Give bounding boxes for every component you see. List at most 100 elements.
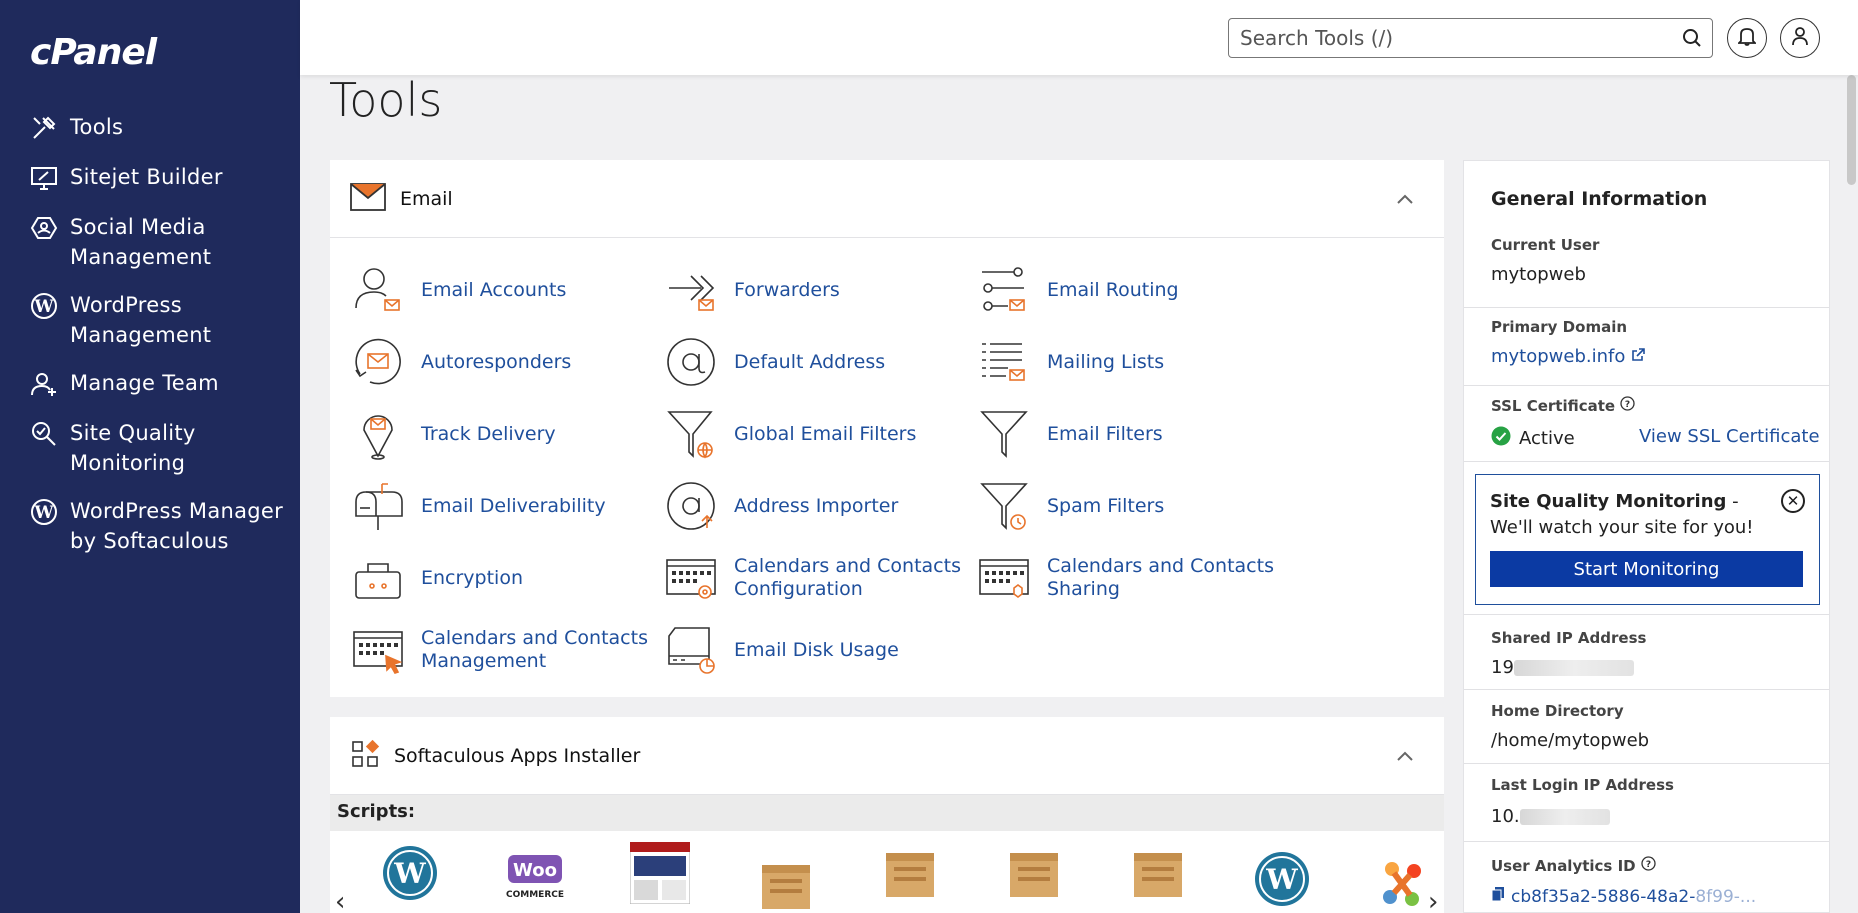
softaculous-section-header[interactable]: Softaculous Apps Installer	[330, 717, 1444, 795]
current-user-row: Current User mytopweb	[1464, 226, 1829, 308]
site-quality-popup-text: Site Quality Monitoring - We'll watch yo…	[1490, 489, 1780, 541]
at-sign-icon	[663, 334, 719, 390]
email-section-header[interactable]: Email	[330, 160, 1444, 238]
funnel-icon	[976, 406, 1032, 462]
app-box-2[interactable]	[882, 845, 946, 909]
sidebar-item-sitejet[interactable]: Sitejet Builder	[28, 162, 288, 194]
copy-icon[interactable]	[1491, 886, 1505, 907]
general-info-title: General Information	[1491, 188, 1708, 210]
analytics-id-value[interactable]: cb8f35a2-5886-48a2- 8f99-...	[1491, 886, 1756, 907]
calendars-contacts-sharing-link[interactable]: Calendars and Contacts Sharing	[976, 548, 1276, 608]
user-menu-button[interactable]	[1780, 18, 1820, 58]
sidebar-item-site-quality[interactable]: Site Quality Monitoring	[28, 418, 288, 478]
app-wordpress[interactable]: W	[382, 845, 446, 909]
global-email-filters-link[interactable]: Global Email Filters	[663, 404, 963, 464]
sidebar-item-manage-team[interactable]: Manage Team	[28, 368, 288, 400]
primary-domain-text: mytopweb.info	[1491, 346, 1626, 367]
app-box-1[interactable]	[758, 857, 822, 913]
spam-filters-link[interactable]: Spam Filters	[976, 476, 1276, 536]
home-dir-row: Home Directory /home/mytopweb	[1464, 690, 1829, 764]
email-filters-link[interactable]: Email Filters	[976, 404, 1276, 464]
email-accounts-link[interactable]: Email Accounts	[350, 260, 650, 320]
sidebar-item-tools[interactable]: Tools	[28, 112, 288, 144]
email-deliverability-link[interactable]: Email Deliverability	[350, 476, 650, 536]
calendars-contacts-management-link[interactable]: Calendars and Contacts Management	[350, 620, 650, 680]
carousel-prev-button[interactable]: ‹	[335, 887, 345, 913]
analytics-row: User Analytics ID ? cb8f35a2-5886-48a2- 8…	[1464, 842, 1829, 913]
tool-label: Email Accounts	[421, 278, 567, 301]
chevron-up-icon[interactable]	[1396, 747, 1414, 766]
svg-text:W: W	[1265, 863, 1298, 896]
analytics-id-text: cb8f35a2-5886-48a2-	[1511, 886, 1696, 907]
page-scrollbar[interactable]	[1847, 75, 1856, 185]
tool-label: Track Delivery	[421, 422, 556, 445]
search-icon[interactable]	[1682, 28, 1702, 52]
sidebar-item-label: Site Quality Monitoring	[70, 421, 196, 475]
calendars-contacts-config-link[interactable]: Calendars and Contacts Configuration	[663, 548, 963, 608]
sidebar-item-wordpress-manager[interactable]: W WordPress Manager by Softaculous	[28, 496, 288, 556]
wordpress-icon: W	[28, 290, 60, 322]
disk-usage-icon	[663, 622, 719, 678]
softaculous-section-title: Softaculous Apps Installer	[394, 744, 641, 767]
svg-text:W: W	[33, 297, 54, 317]
sidebar-item-wordpress-management[interactable]: W WordPress Management	[28, 290, 288, 350]
social-icon	[28, 212, 60, 244]
forwarders-link[interactable]: Forwarders	[663, 260, 963, 320]
app-woocommerce[interactable]: Woo COMMERCE	[506, 845, 570, 909]
address-importer-link[interactable]: Address Importer	[663, 476, 963, 536]
app-joomla[interactable]	[1382, 859, 1446, 913]
search-input[interactable]	[1229, 19, 1649, 57]
app-box-4[interactable]	[1130, 845, 1194, 909]
keyboard-lock-icon	[350, 550, 406, 606]
sidebar-item-label: WordPress Management	[70, 293, 212, 347]
track-delivery-link[interactable]: Track Delivery	[350, 404, 650, 464]
shared-ip-row: Shared IP Address 19	[1464, 614, 1829, 690]
start-monitoring-button[interactable]: Start Monitoring	[1490, 551, 1803, 587]
close-icon[interactable]: ✕	[1781, 489, 1805, 513]
tool-label: Default Address	[734, 350, 886, 373]
email-disk-usage-link[interactable]: Email Disk Usage	[663, 620, 963, 680]
ssl-label: SSL Certificate ?	[1491, 396, 1635, 415]
email-section-title: Email	[400, 187, 453, 210]
help-icon[interactable]: ?	[1620, 396, 1635, 415]
email-routing-link[interactable]: Email Routing	[976, 260, 1276, 320]
forwarders-icon	[663, 262, 719, 318]
cpanel-logo[interactable]: cPanel	[30, 32, 157, 73]
apps-grid-icon	[350, 739, 380, 773]
notifications-button[interactable]	[1727, 18, 1767, 58]
view-ssl-link[interactable]: View SSL Certificate	[1639, 426, 1820, 447]
tool-label: Spam Filters	[1047, 494, 1165, 517]
last-login-text: 10.	[1491, 806, 1520, 827]
chevron-up-icon[interactable]	[1396, 190, 1414, 209]
app-screenshot[interactable]	[629, 841, 694, 906]
sidebar-nav: Tools Sitejet Builder Social Media Manag…	[28, 112, 288, 574]
tool-label: Calendars and Contacts Management	[421, 627, 648, 672]
autoresponders-link[interactable]: Autoresponders	[350, 332, 650, 392]
last-login-row: Last Login IP Address 10.	[1464, 764, 1829, 842]
funnel-clock-icon	[976, 478, 1032, 534]
encryption-link[interactable]: Encryption	[350, 548, 650, 608]
mailing-lists-link[interactable]: Mailing Lists	[976, 332, 1276, 392]
default-address-link[interactable]: Default Address	[663, 332, 963, 392]
page-title: Tools	[329, 73, 443, 127]
current-user-label: Current User	[1491, 236, 1600, 254]
monitor-pencil-icon	[28, 162, 60, 194]
app-box-3[interactable]	[1006, 845, 1070, 909]
calendar-at-icon	[663, 550, 719, 606]
sidebar-item-label: Tools	[70, 115, 124, 139]
tool-label: Global Email Filters	[734, 422, 917, 445]
app-wordpress-2[interactable]: W	[1254, 851, 1318, 913]
tool-label: Encryption	[421, 566, 524, 589]
primary-domain-link[interactable]: mytopweb.info	[1491, 346, 1646, 367]
topbar	[300, 0, 1858, 75]
search-box[interactable]	[1228, 18, 1713, 58]
softaculous-section: Softaculous Apps Installer Scripts: ‹ › …	[330, 717, 1444, 913]
help-icon[interactable]: ?	[1641, 856, 1656, 875]
shared-ip-text: 19	[1491, 657, 1514, 678]
tool-label: Email Routing	[1047, 278, 1179, 301]
sidebar-item-social-media[interactable]: Social Media Management	[28, 212, 288, 272]
ssl-label-text: SSL Certificate	[1491, 397, 1616, 415]
funnel-globe-icon	[663, 406, 719, 462]
redacted-blur	[1519, 809, 1610, 825]
tool-label: Email Filters	[1047, 422, 1163, 445]
